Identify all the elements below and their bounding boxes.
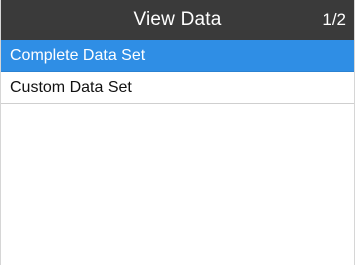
page-indicator: 1/2 [322,10,346,29]
menu-item-custom-data-set[interactable]: Custom Data Set [1,72,354,104]
menu-list: Complete Data Set Custom Data Set [1,40,354,104]
page-title: View Data [133,9,222,30]
title-bar: View Data 1/2 [1,0,354,40]
menu-item-complete-data-set[interactable]: Complete Data Set [1,40,354,72]
device-screen: View Data 1/2 Complete Data Set Custom D… [0,0,355,265]
